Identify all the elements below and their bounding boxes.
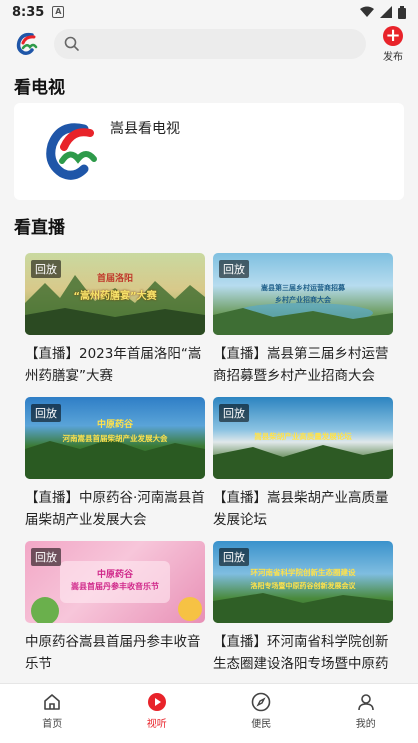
thumb-subtitle: 乡村产业招商大会 xyxy=(275,296,331,304)
live-item[interactable]: 回放 嵩县柴胡产业高质量发展论坛 【直播】嵩县柴胡产业高质量发展论坛 xyxy=(213,397,393,531)
thumb-subtitle: 嵩县首届丹参丰收音乐节 xyxy=(71,582,159,591)
thumb-subtitle: 洛阳专场暨中原药谷创新发展会议 xyxy=(250,582,356,590)
thumb-title: 首届洛阳 xyxy=(96,274,133,284)
live-caption: 【直播】嵩县柴胡产业高质量发展论坛 xyxy=(213,490,389,528)
tab-services[interactable]: 便民 xyxy=(209,684,314,743)
plus-icon: + xyxy=(383,26,403,46)
tab-profile[interactable]: 我的 xyxy=(314,684,418,743)
live-item[interactable]: 回放 中原药谷 嵩县首届丹参丰收音乐节 中原药谷嵩县首届丹参丰收音乐节 xyxy=(25,541,205,675)
publish-label: 发布 xyxy=(383,52,403,63)
status-time: 8:35 xyxy=(12,4,45,20)
thumb-title: 中原药谷 xyxy=(96,420,133,430)
tab-profile-label: 我的 xyxy=(355,719,376,730)
live-caption: 【直播】2023年首届洛阳“嵩州药膳宴”大赛 xyxy=(25,346,202,384)
tv-section-title: 看电视 xyxy=(14,78,65,98)
thumb-subtitle: “嵩州药膳宴”大赛 xyxy=(73,291,157,302)
live-section-title: 看直播 xyxy=(14,218,65,238)
live-caption: 【直播】环河南省科学院创新生态圈建设洛阳专场暨中原药谷创新发展会议 xyxy=(213,634,389,672)
live-thumbnail: 回放 嵩县柴胡产业高质量发展论坛 xyxy=(213,397,393,479)
replay-badge: 回放 xyxy=(219,260,249,278)
replay-badge: 回放 xyxy=(219,548,249,566)
signal-icon xyxy=(380,6,392,18)
live-thumbnail: 回放 中原药谷 嵩县首届丹参丰收音乐节 xyxy=(25,541,205,623)
bottom-tab-bar: 首页 视听 便民 我的 xyxy=(0,683,418,743)
thumb-title: 嵩县柴胡产业高质量发展论坛 xyxy=(254,432,352,441)
thumb-title: 环河南省科学院创新生态圈建设 xyxy=(250,568,356,577)
live-thumbnail: 回放 嵩县第三届乡村运营商招募 乡村产业招商大会 xyxy=(213,253,393,335)
tv-logo-icon xyxy=(46,123,97,180)
live-item[interactable]: 回放 环河南省科学院创新生态圈建设 洛阳专场暨中原药谷创新发展会议 【直播】环河… xyxy=(213,541,393,675)
play-icon xyxy=(147,693,166,711)
tab-home[interactable]: 首页 xyxy=(0,684,105,743)
wifi-icon xyxy=(360,6,374,17)
tab-media[interactable]: 视听 xyxy=(105,684,210,743)
user-icon xyxy=(357,694,374,711)
thumb-title: 嵩县第三届乡村运营商招募 xyxy=(261,284,345,292)
search-icon xyxy=(64,36,79,51)
live-thumbnail: 回放 首届洛阳 “嵩州药膳宴”大赛 xyxy=(25,253,205,335)
status-bar: 8:35 A xyxy=(0,0,418,24)
live-thumbnail: 回放 环河南省科学院创新生态圈建设 洛阳专场暨中原药谷创新发展会议 xyxy=(213,541,393,623)
live-item[interactable]: 回放 嵩县第三届乡村运营商招募 乡村产业招商大会 【直播】嵩县第三届乡村运营商招… xyxy=(213,253,393,387)
tab-services-label: 便民 xyxy=(251,719,272,730)
tv-channel-name: 嵩县看电视 xyxy=(110,121,180,137)
tab-home-label: 首页 xyxy=(42,719,63,730)
replay-badge: 回放 xyxy=(31,548,61,566)
notification-icon: A xyxy=(52,6,65,18)
search-input[interactable] xyxy=(54,29,366,59)
tv-channel-card[interactable]: 嵩县看电视 xyxy=(14,103,404,200)
tab-media-label: 视听 xyxy=(146,719,167,730)
top-bar: + 发布 xyxy=(0,24,418,64)
thumb-title: 中原药谷 xyxy=(96,570,133,580)
live-caption: 【直播】中原药谷·河南嵩县首届柴胡产业发展大会 xyxy=(25,490,205,528)
thumb-subtitle: 河南嵩县首届柴胡产业发展大会 xyxy=(62,434,168,443)
battery-icon xyxy=(398,5,406,19)
app-logo-icon[interactable] xyxy=(14,30,42,58)
replay-badge: 回放 xyxy=(219,404,249,422)
live-caption: 【直播】嵩县第三届乡村运营商招募暨乡村产业招商大会 xyxy=(213,346,389,384)
status-icons xyxy=(360,5,406,19)
live-caption: 中原药谷嵩县首届丹参丰收音乐节 xyxy=(25,634,201,672)
live-thumbnail: 回放 中原药谷 河南嵩县首届柴胡产业发展大会 xyxy=(25,397,205,479)
publish-button[interactable]: + 发布 xyxy=(378,24,408,63)
compass-icon xyxy=(251,692,271,712)
live-item[interactable]: 回放 中原药谷 河南嵩县首届柴胡产业发展大会 【直播】中原药谷·河南嵩县首届柴胡… xyxy=(25,397,205,531)
home-icon xyxy=(44,694,61,710)
live-item[interactable]: 回放 首届洛阳 “嵩州药膳宴”大赛 【直播】2023年首届洛阳“嵩州药膳宴”大赛 xyxy=(25,253,205,387)
